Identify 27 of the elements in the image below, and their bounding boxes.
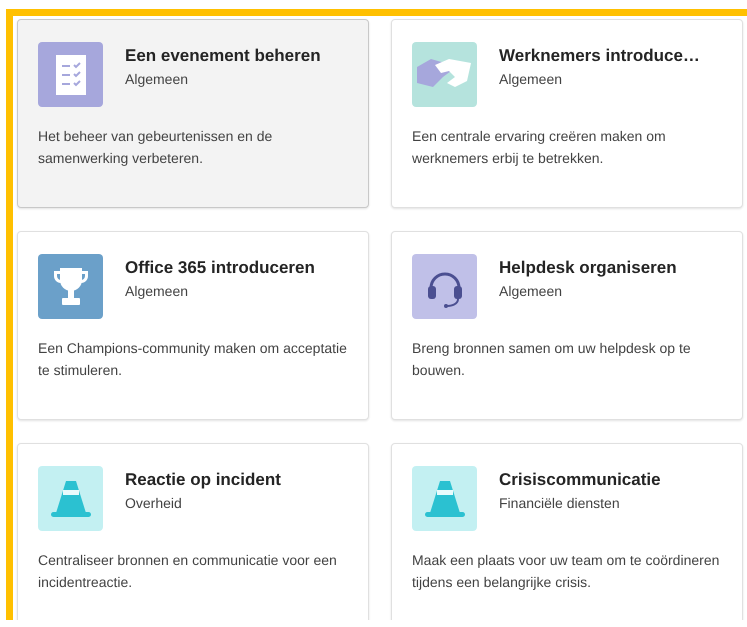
card-title: Crisiscommunicatie xyxy=(499,470,661,490)
card-description: Een Champions-community maken om acceptatie te stimuleren. xyxy=(38,339,348,380)
card-title: Helpdesk organiseren xyxy=(499,258,677,278)
template-card[interactable]: Werknemers introduce… Algemeen Een centrale ervaring creëren maken om werknemers erbij te betrekken. xyxy=(391,19,743,208)
card-category: Algemeen xyxy=(125,71,188,87)
card-category: Algemeen xyxy=(125,283,188,299)
template-card[interactable]: Crisiscommunicatie Financiële diensten Maak een plaats voor uw team om te coördineren tijdens een belangrijke crisis. xyxy=(391,443,743,620)
card-category: Overheid xyxy=(125,495,182,511)
template-card[interactable]: Reactie op incident Overheid Centraliseer bronnen en communicatie voor een incidentreactie. xyxy=(17,443,369,620)
traffic-cone-icon xyxy=(424,480,464,516)
card-description: Maak een plaats voor uw team om te coördineren tijdens een belangrijke crisis. xyxy=(412,551,720,592)
card-title: Reactie op incident xyxy=(125,470,281,490)
card-title: Werknemers introduce… xyxy=(499,46,700,66)
card-description: Het beheer van gebeurtenissen en de samenwerking verbeteren. xyxy=(38,127,274,168)
card-title: Een evenement beheren xyxy=(125,46,321,66)
card-category: Algemeen xyxy=(499,71,562,87)
card-title: Office 365 introduceren xyxy=(125,258,315,278)
card-category: Algemeen xyxy=(499,283,562,299)
template-card[interactable]: Helpdesk organiseren Algemeen Breng bronnen samen om uw helpdesk op te bouwen. xyxy=(391,231,743,420)
checklist-icon xyxy=(56,54,86,94)
card-description: Een centrale ervaring creëren maken om werknemers erbij te betrekken. xyxy=(412,127,667,168)
template-card[interactable]: Office 365 introduceren Algemeen Een Champions-community maken om acceptatie te stimuleren. xyxy=(17,231,369,420)
traffic-cone-icon xyxy=(50,480,90,516)
card-description: Centraliseer bronnen en communicatie voor een incidentreactie. xyxy=(38,551,338,592)
card-description: Breng bronnen samen om uw helpdesk op te bouwen. xyxy=(412,339,692,380)
template-card[interactable]: Een evenement beheren Algemeen Het beheer van gebeurtenissen en de samenwerking verbeteren. xyxy=(17,19,369,208)
card-category: Financiële diensten xyxy=(499,495,620,511)
